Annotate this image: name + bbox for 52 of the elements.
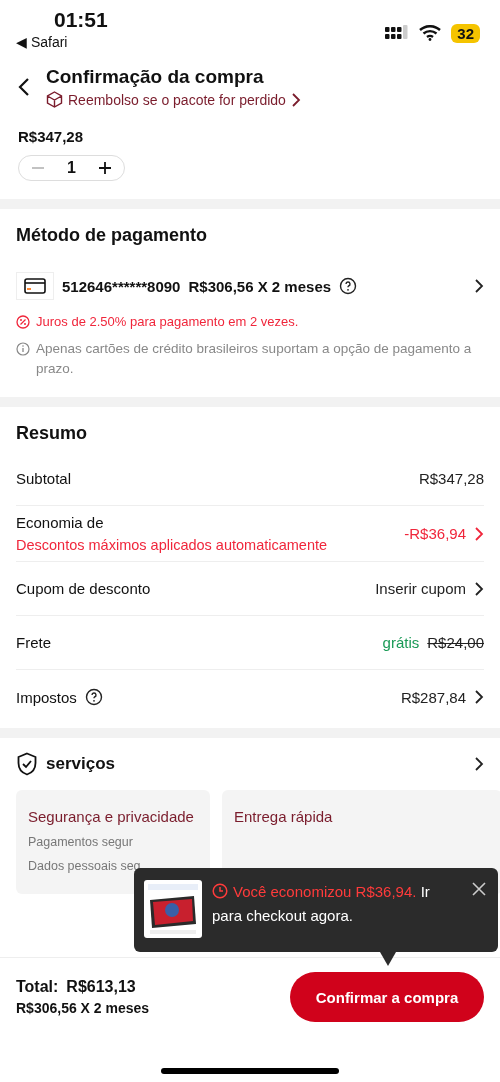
summary-label: Impostos bbox=[16, 688, 77, 706]
credit-card-icon bbox=[16, 272, 54, 300]
summary-value: R$287,84 bbox=[400, 688, 466, 706]
refund-link[interactable]: Reembolso se o pacote for perdido bbox=[68, 91, 286, 108]
installment-note: Apenas cartões de crédito brasileiros suportam a opção de pagamento a prazo. bbox=[36, 340, 473, 378]
chevron-right-icon[interactable] bbox=[474, 757, 484, 771]
section-title: Método de pagamento bbox=[16, 225, 208, 246]
signal-icon bbox=[385, 25, 410, 41]
discount-icon bbox=[16, 314, 30, 329]
chevron-right-icon[interactable] bbox=[474, 279, 484, 293]
chevron-right-icon[interactable] bbox=[474, 581, 484, 596]
summary-value: Inserir cupom bbox=[375, 580, 466, 597]
close-icon[interactable] bbox=[472, 882, 486, 896]
info-icon bbox=[16, 342, 30, 356]
toast-message: Você economizou R$36,94. Ir para checkout agora. bbox=[212, 882, 431, 926]
summary-value: R$347,28 bbox=[418, 470, 484, 487]
service-title: Segurança e privacidade bbox=[28, 808, 195, 825]
summary-label: Subtotal bbox=[16, 470, 72, 487]
back-icon[interactable] bbox=[18, 77, 30, 97]
total-label: Total: bbox=[16, 978, 59, 996]
status-time: 01:51 bbox=[53, 8, 108, 32]
clock-icon bbox=[212, 883, 228, 899]
wifi-icon bbox=[419, 25, 442, 41]
summary-label: Economia de bbox=[16, 514, 104, 531]
installment-plan: R$306,56 X 2 meses bbox=[188, 277, 332, 295]
total-amount: R$613,13 bbox=[66, 978, 136, 996]
quantity-value: 1 bbox=[67, 159, 76, 177]
installment-summary: R$306,56 X 2 meses bbox=[16, 1000, 150, 1016]
product-price: R$347,28 bbox=[18, 128, 85, 145]
help-icon[interactable] bbox=[84, 688, 103, 706]
shield-check-icon bbox=[16, 752, 38, 776]
battery-level: 32 bbox=[451, 23, 480, 43]
chevron-right-icon[interactable] bbox=[290, 92, 301, 107]
section-title: Resumo bbox=[16, 423, 88, 444]
original-price: R$24,00 bbox=[427, 634, 484, 651]
discount-note: Descontos máximos aplicados automaticamente bbox=[16, 537, 328, 553]
section-title: serviços bbox=[46, 754, 115, 774]
service-detail: Pagamentos segur bbox=[28, 835, 134, 849]
plus-icon[interactable] bbox=[97, 161, 112, 175]
help-icon[interactable] bbox=[339, 277, 358, 295]
service-title: Entrega rápida bbox=[234, 808, 334, 825]
discount-value: -R$36,94 bbox=[404, 525, 466, 542]
back-to-app-link[interactable]: ◀ Safari bbox=[16, 34, 108, 50]
chevron-right-icon[interactable] bbox=[474, 690, 484, 704]
confirm-purchase-button[interactable]: Confirmar a compra bbox=[290, 972, 484, 1022]
shipping-value: grátis bbox=[382, 634, 420, 651]
page-title: Confirmação da compra bbox=[46, 66, 265, 88]
package-icon bbox=[46, 91, 63, 108]
summary-label: Cupom de desconto bbox=[16, 580, 151, 597]
summary-label: Frete bbox=[16, 634, 51, 651]
card-number: 512646******8090 bbox=[62, 277, 181, 295]
interest-notice: Juros de 2.50% para pagamento em 2 vezes. bbox=[36, 314, 299, 329]
